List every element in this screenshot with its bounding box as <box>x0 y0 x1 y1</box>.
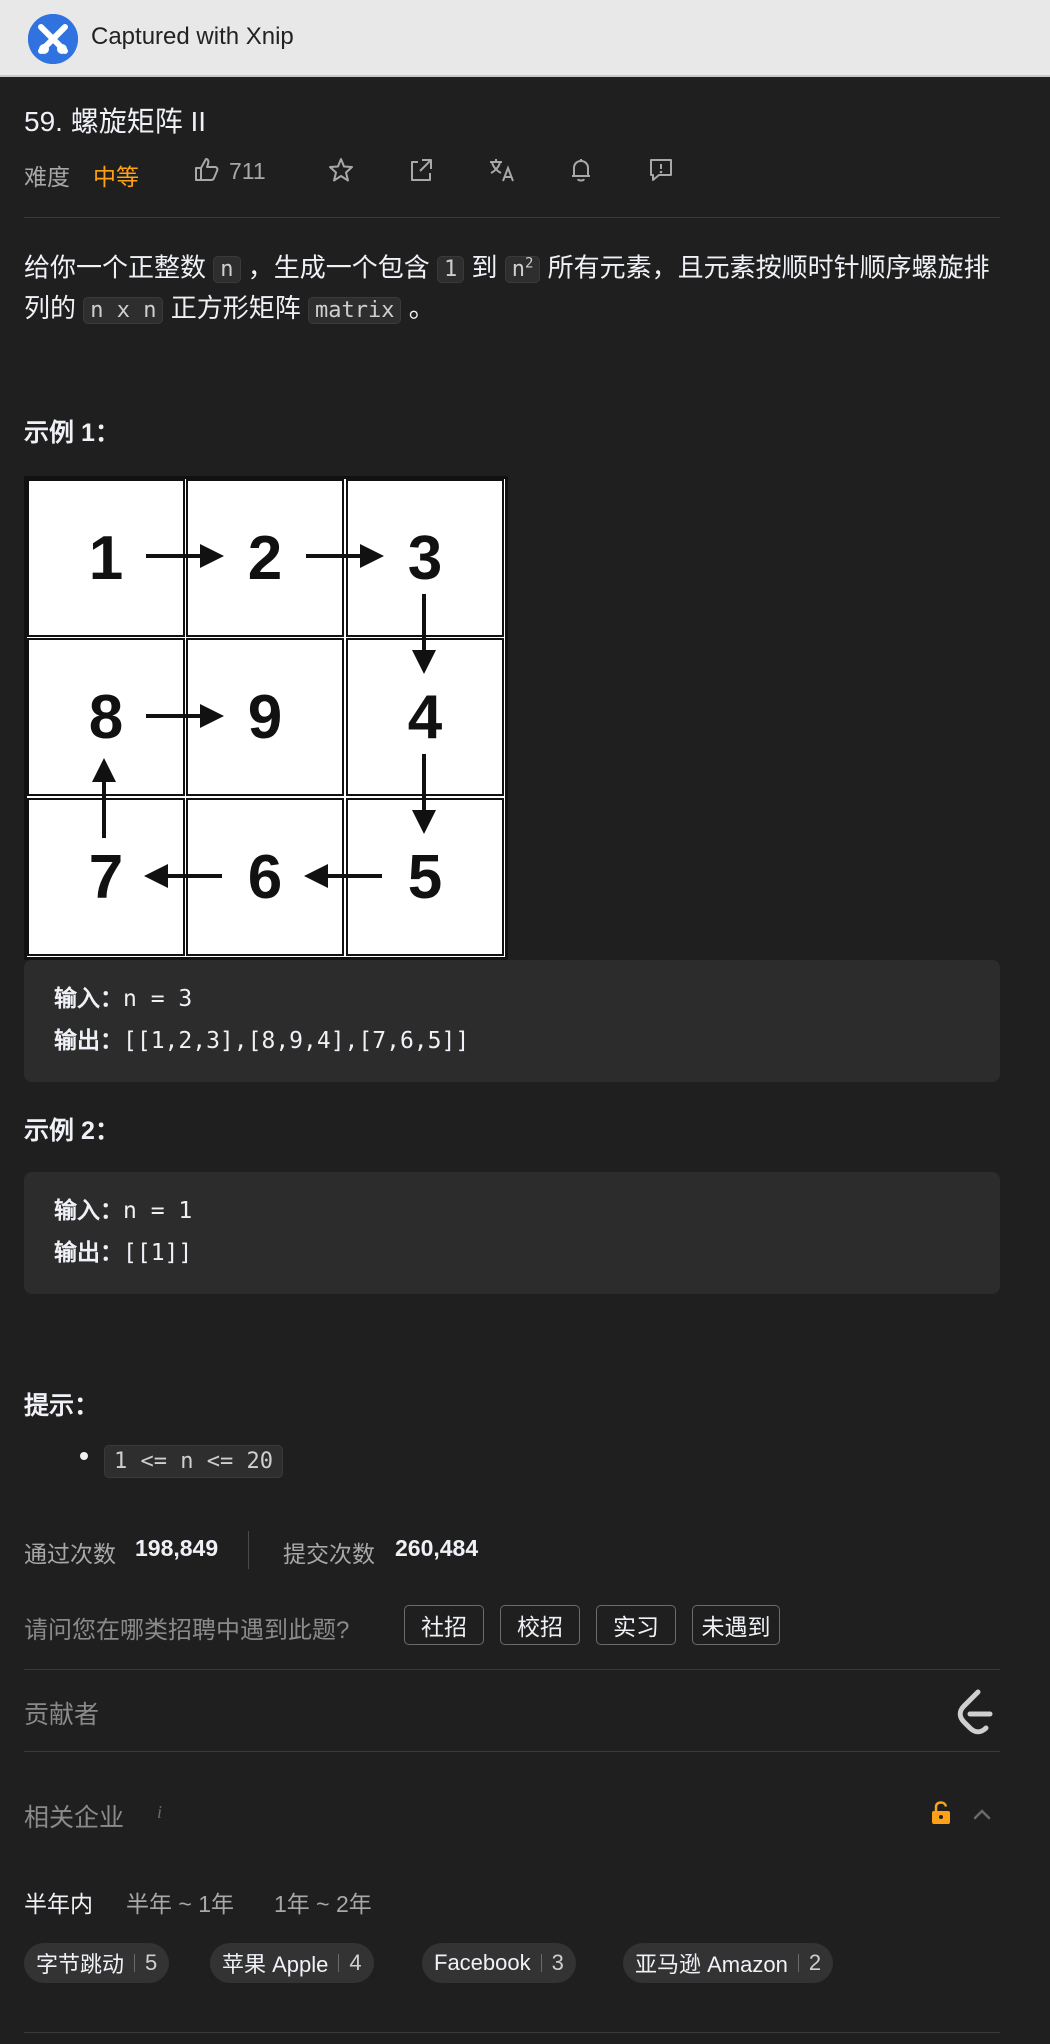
company-count: 3 <box>551 1950 564 1975</box>
company-count: 2 <box>808 1950 822 1975</box>
accepted-count: 198,849 <box>135 1535 219 1561</box>
tab-half-year[interactable]: 半年内 <box>24 1885 93 1919</box>
submitted-count: 260,484 <box>395 1535 479 1561</box>
inline-code: 1 <box>436 256 465 284</box>
problem-meta: 难度 中等 711 <box>24 156 1024 192</box>
submission-stats: 通过次数 198,849 提交次数 260,484 <box>24 1531 1000 1569</box>
chip-divider <box>134 1954 136 1972</box>
difficulty-badge: 中等 <box>93 164 139 190</box>
company-chip[interactable]: 苹果 Apple 4 <box>210 1943 374 1983</box>
unlock-icon[interactable] <box>928 1800 954 1831</box>
divider <box>24 217 1000 218</box>
inline-code-base: n <box>511 257 525 283</box>
bullet <box>80 1452 88 1460</box>
companies-label[interactable]: 相关企业 <box>24 1798 124 1834</box>
example-2-io: 输入：n = 1 输出：[[1]] <box>24 1172 1000 1294</box>
difficulty-label: 难度 <box>24 164 70 190</box>
input-value: n = 1 <box>123 1198 193 1224</box>
chip-divider <box>338 1954 340 1972</box>
tab-half-to-one-year[interactable]: 半年 ~ 1年 <box>126 1885 234 1919</box>
chip-divider <box>540 1954 542 1972</box>
stats-divider <box>248 1531 249 1569</box>
share-icon[interactable] <box>407 156 435 184</box>
survey-option-campus[interactable]: 校招 <box>500 1605 580 1645</box>
problem-title: 59. 螺旋矩阵 II <box>24 106 207 137</box>
input-label: 输入： <box>54 1197 123 1223</box>
output-label: 输出： <box>54 1239 123 1265</box>
hint-constraint: 1 <= n <= 20 <box>104 1445 283 1478</box>
feedback-icon[interactable] <box>647 156 675 184</box>
thumbs-up-icon[interactable] <box>192 156 220 189</box>
leetcode-logo-icon[interactable] <box>948 1686 1000 1743</box>
capture-bar: Captured with Xnip <box>0 0 1050 77</box>
divider <box>24 2032 1000 2033</box>
company-chip[interactable]: Facebook 3 <box>422 1943 576 1983</box>
inline-code-exponent: 2 <box>524 256 534 272</box>
contributors-label[interactable]: 贡献者 <box>24 1695 99 1731</box>
inline-code: matrix <box>307 297 402 325</box>
problem-description: 给你一个正整数 n ，生成一个包含 1 到 n2 所有元素，且元素按顺时针顺序螺… <box>24 245 1014 330</box>
output-value: [[1,2,3],[8,9,4],[7,6,5]] <box>123 1028 470 1054</box>
bell-icon[interactable] <box>567 156 595 184</box>
survey-option-social[interactable]: 社招 <box>404 1605 484 1645</box>
desc-text: 给你一个正整数 <box>24 252 207 283</box>
chip-divider <box>797 1954 799 1972</box>
example-1-heading: 示例 1： <box>24 419 120 447</box>
xnip-logo-icon <box>28 14 78 64</box>
like-count: 711 <box>229 158 266 184</box>
desc-text: 到 <box>471 252 498 283</box>
translate-icon[interactable] <box>487 156 515 184</box>
output-label: 输出： <box>54 1027 123 1053</box>
input-label: 输入： <box>54 985 123 1011</box>
survey-option-intern[interactable]: 实习 <box>596 1605 676 1645</box>
company-count: 5 <box>145 1950 158 1975</box>
inline-code: n x n <box>83 297 164 325</box>
spiral-arrows <box>92 544 436 888</box>
desc-text: 正方形矩阵 <box>170 293 301 324</box>
company-time-tabs: 半年内 半年 ~ 1年 1年 ~ 2年 <box>24 1885 1000 1919</box>
capture-label: Captured with Xnip <box>91 23 294 50</box>
output-value: [[1]] <box>123 1240 193 1266</box>
survey-question: 请问您在哪类招聘中遇到此题? <box>24 1617 350 1644</box>
submitted-label: 提交次数 <box>283 1541 375 1567</box>
star-icon[interactable] <box>327 156 355 184</box>
desc-text: ，生成一个包含 <box>247 252 430 283</box>
company-name: 亚马逊 Amazon <box>635 1952 788 1977</box>
example-1-io: 输入：n = 3 输出：[[1,2,3],[8,9,4],[7,6,5]] <box>24 960 1000 1082</box>
example-2-heading: 示例 2： <box>24 1117 120 1145</box>
company-name: Facebook <box>434 1950 531 1975</box>
info-icon[interactable]: i <box>157 1802 162 1823</box>
chevron-up-icon[interactable] <box>971 1803 993 1830</box>
company-chip[interactable]: 亚马逊 Amazon 2 <box>623 1943 834 1983</box>
company-chip[interactable]: 字节跳动 5 <box>24 1943 170 1983</box>
inline-code: n2 <box>504 256 541 284</box>
tab-one-to-two-years[interactable]: 1年 ~ 2年 <box>274 1885 372 1919</box>
company-count: 4 <box>349 1950 362 1975</box>
desc-text: 。 <box>408 293 435 324</box>
company-name: 字节跳动 <box>36 1952 125 1977</box>
survey-option-never[interactable]: 未遇到 <box>692 1605 780 1645</box>
company-name: 苹果 Apple <box>222 1952 329 1977</box>
hints-heading: 提示： <box>24 1392 100 1420</box>
inline-code: n <box>213 256 241 284</box>
divider <box>24 1751 1000 1752</box>
divider <box>24 1669 1000 1670</box>
input-value: n = 3 <box>123 986 193 1012</box>
accepted-label: 通过次数 <box>24 1541 116 1567</box>
